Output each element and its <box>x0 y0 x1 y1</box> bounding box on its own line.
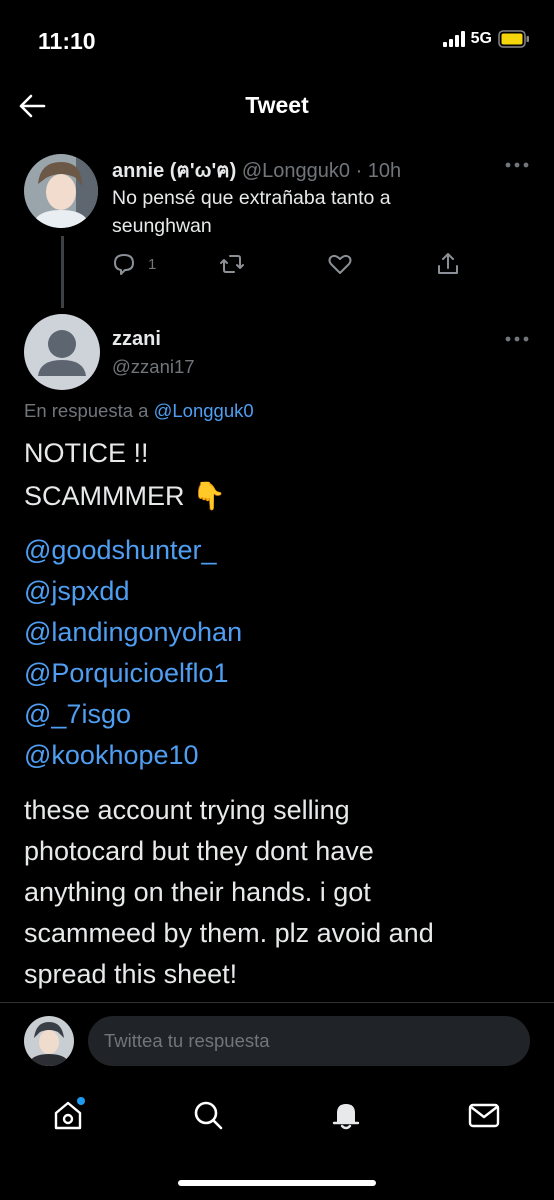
replying-to: En respuesta a @Longguk0 <box>24 400 254 422</box>
more-options-icon[interactable] <box>504 334 530 344</box>
status-indicators: 5G <box>442 30 530 48</box>
replying-to-handle[interactable]: @Longguk0 <box>154 400 254 421</box>
mention-link[interactable]: @jspxdd <box>24 576 129 607</box>
notifications-icon[interactable] <box>326 1095 366 1135</box>
replying-to-label: En respuesta a <box>24 400 149 421</box>
reply-icon[interactable] <box>110 250 138 278</box>
composer-divider <box>0 1002 554 1003</box>
mention-link[interactable]: @_7isgo <box>24 699 131 730</box>
parent-tweet-line: seunghwan <box>112 215 212 237</box>
home-icon[interactable] <box>48 1095 88 1135</box>
mention-link[interactable]: @goodshunter_ <box>24 535 217 566</box>
battery-icon <box>498 30 529 48</box>
parent-tweet-text: No pensé que extrañaba tanto a seunghwan <box>112 184 502 240</box>
tweet-body-line: spread this sheet! <box>24 959 238 989</box>
reply-input-placeholder: Twittea tu respuesta <box>104 1030 270 1051</box>
avatar-annie[interactable] <box>24 154 98 228</box>
my-avatar[interactable] <box>24 1016 74 1066</box>
tweet-line-notice: NOTICE !! <box>24 438 149 468</box>
network-label: 5G <box>470 30 492 47</box>
share-icon[interactable] <box>434 250 462 278</box>
tweet-body-line: scammeed by them. plz avoid and <box>24 918 434 948</box>
thread-line <box>61 236 64 308</box>
status-time: 11:10 <box>38 28 96 54</box>
mention-link[interactable]: @kookhope10 <box>24 740 199 771</box>
signal-icon <box>442 31 465 47</box>
tweet-body-line: these account trying selling <box>24 795 350 825</box>
more-options-icon[interactable] <box>504 160 530 170</box>
reply-input[interactable]: Twittea tu respuesta <box>88 1016 530 1066</box>
avatar-zzani[interactable] <box>24 314 100 390</box>
search-icon[interactable] <box>188 1095 228 1135</box>
tweet-body-line: photocard but they dont have <box>24 836 374 866</box>
tweet-body-line: anything on their hands. i got <box>24 877 371 907</box>
messages-icon[interactable] <box>464 1095 504 1135</box>
author-handle[interactable]: @zzani17 <box>112 356 195 378</box>
parent-tweet-time: · 10h <box>355 160 402 182</box>
like-icon[interactable] <box>326 250 354 278</box>
parent-tweet-header: annie (ฅ'ω'ฅ) @Longguk0 · 10h <box>112 154 401 186</box>
author-name[interactable]: zzani <box>112 328 161 351</box>
tweet-line-scammer: SCAMMMER 👇 <box>24 481 226 511</box>
reply-count: 1 <box>148 256 157 273</box>
mention-link[interactable]: @landingonyohan <box>24 617 242 648</box>
mention-link[interactable]: @Porquicioelflo1 <box>24 658 229 689</box>
parent-author-handle[interactable]: @Longguk0 <box>242 160 350 182</box>
home-indicator <box>178 1180 376 1186</box>
retweet-icon[interactable] <box>218 250 246 278</box>
parent-tweet-line: No pensé que extrañaba tanto a <box>112 187 391 209</box>
parent-author-name[interactable]: annie (ฅ'ω'ฅ) <box>112 160 236 182</box>
page-title: Tweet <box>245 92 309 118</box>
